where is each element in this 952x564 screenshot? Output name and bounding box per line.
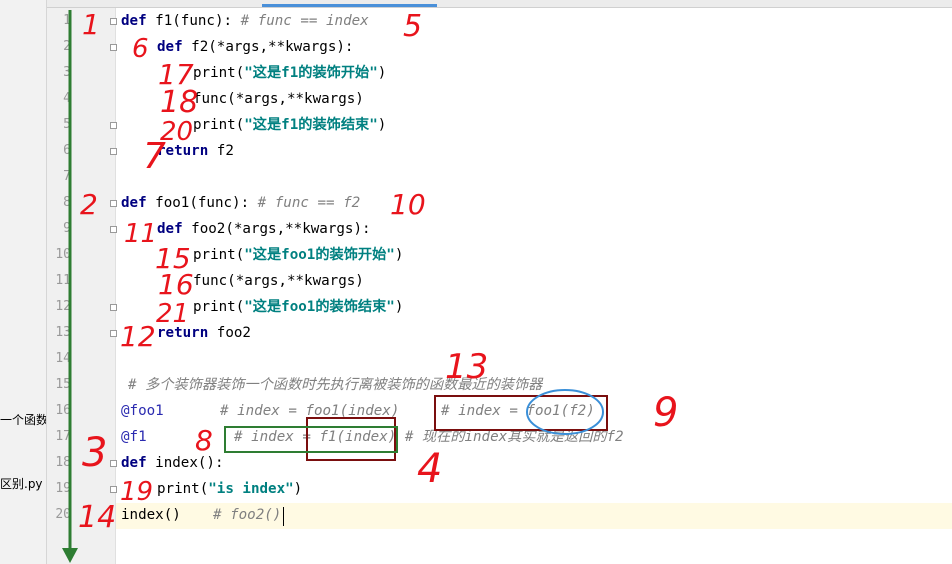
step-number: 6: [132, 34, 149, 64]
highlight-box: [306, 417, 396, 461]
step-number: 1: [82, 8, 100, 41]
step-number: 8: [195, 424, 213, 457]
highlight-box: [224, 426, 398, 453]
highlight-box: [434, 395, 608, 431]
step-number: 16: [158, 268, 194, 301]
step-number: 4: [417, 446, 442, 492]
step-number: 20: [160, 117, 193, 147]
step-number: 18: [160, 85, 198, 120]
annotation-overlay: 1 2 3 4 5 6 7 8 9 10 11 12 13 14 15 16 1…: [62, 8, 678, 563]
step-number: 10: [390, 188, 426, 221]
step-number: 5: [403, 9, 422, 44]
step-number: 12: [120, 320, 156, 353]
arrow-head-icon: [62, 548, 78, 563]
step-number: 13: [445, 347, 488, 387]
step-number: 14: [78, 500, 116, 535]
step-number: 2: [80, 188, 98, 221]
step-number: 11: [124, 219, 157, 249]
step-number: 9: [653, 390, 678, 436]
step-number: 3: [82, 430, 107, 476]
step-number: 21: [156, 299, 189, 329]
step-number: 19: [120, 477, 153, 507]
